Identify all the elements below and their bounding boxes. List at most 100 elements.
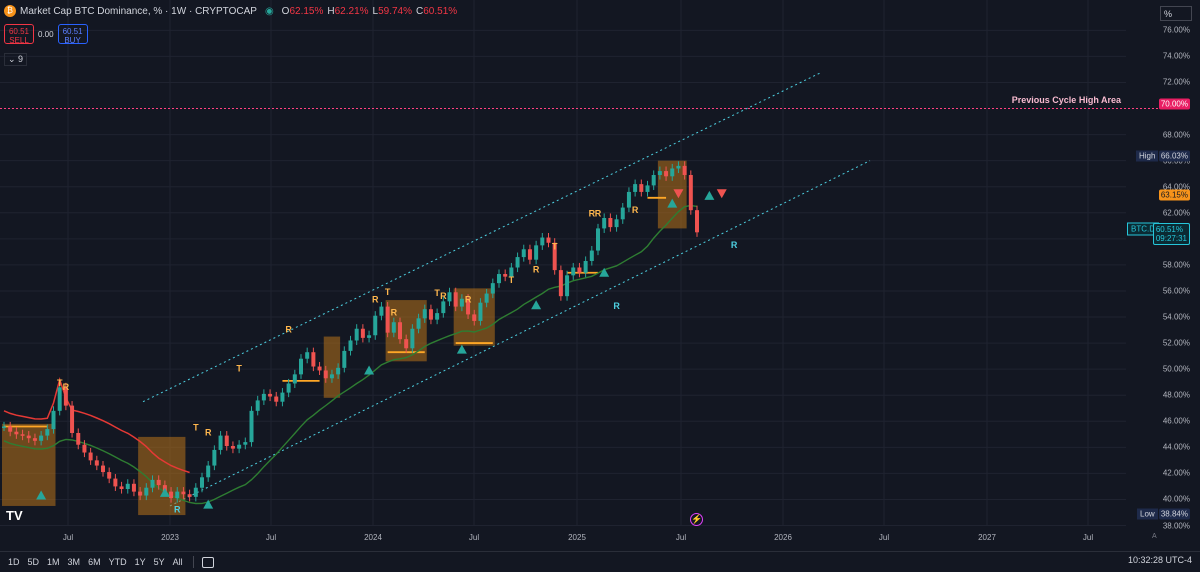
spread-value: 0.00 <box>38 29 54 39</box>
low-label: Low <box>1137 508 1158 520</box>
signal-label-R: R <box>465 295 472 305</box>
candle-body <box>94 460 99 466</box>
signal-label-T: T <box>236 364 242 374</box>
candle-body <box>472 314 477 321</box>
candle-body <box>497 274 501 284</box>
range-5d[interactable]: 5D <box>28 557 40 567</box>
sell-button[interactable]: 60.51 SELL <box>4 24 34 45</box>
candle-body <box>280 392 285 402</box>
candle-body <box>478 302 483 321</box>
candle-body <box>428 309 433 320</box>
candle-body <box>156 479 161 486</box>
candle-body <box>249 410 254 443</box>
candle-body <box>336 367 341 375</box>
x-tick-label: Jul <box>265 533 277 542</box>
candle-body <box>51 410 56 430</box>
ohlc-high: H62.21% <box>327 5 369 17</box>
last-price-tag: 60.51% 09:27:31 <box>1152 223 1190 245</box>
candle-body <box>657 171 662 175</box>
candle-body <box>107 472 112 479</box>
range-3m[interactable]: 3M <box>68 557 81 567</box>
reversal-label: R <box>613 301 620 311</box>
chart-header: ₿ Market Cap BTC Dominance, % · 1W · CRY… <box>0 0 461 22</box>
sell-signal-triangle <box>716 189 727 199</box>
candle-body <box>676 165 681 169</box>
market-status-icon: ◉ <box>264 5 274 17</box>
auto-scale-icon[interactable]: A <box>1152 533 1157 540</box>
candle-body <box>206 465 211 478</box>
y-tick-label: 52.00% <box>1162 338 1190 348</box>
signal-label-R: R <box>632 205 639 215</box>
candle-body <box>243 442 248 445</box>
range-1m[interactable]: 1M <box>47 557 60 567</box>
candle-body <box>187 494 192 497</box>
candle-body <box>571 267 576 276</box>
candle-body <box>695 210 699 233</box>
range-all[interactable]: All <box>173 557 183 567</box>
candle-body <box>367 335 372 338</box>
candle-body <box>311 352 316 367</box>
candle-body <box>558 270 563 297</box>
buy-button[interactable]: 60.51 BUY <box>57 24 88 45</box>
candle-body <box>398 322 402 340</box>
candle-body <box>150 479 155 488</box>
scale-mode-button[interactable]: % <box>1160 6 1192 21</box>
candle-body <box>670 168 675 177</box>
y-tick-label: 56.00% <box>1162 286 1190 296</box>
y-tick-label: 40.00% <box>1162 494 1190 504</box>
channel-upper-line <box>142 71 823 403</box>
candle-body <box>589 250 594 261</box>
bottom-toolbar: 1D 5D 1M 3M 6M YTD 1Y 5Y All <box>0 551 1200 572</box>
trade-panel: 60.51 SELL 0.00 60.51 BUY <box>4 24 88 45</box>
candle-body <box>317 366 322 371</box>
candle-body <box>76 432 81 445</box>
signal-label-R: R <box>205 428 212 438</box>
candle-body <box>490 283 495 294</box>
candle-body <box>2 426 6 428</box>
range-1y[interactable]: 1Y <box>135 557 146 567</box>
range-5y[interactable]: 5Y <box>154 557 165 567</box>
candle-body <box>292 374 297 384</box>
candle-body <box>422 309 427 319</box>
candle-body <box>305 352 310 359</box>
high-value-tag: 66.03% <box>1158 150 1190 162</box>
signal-label-T: T <box>552 241 558 251</box>
y-tick-label: 38.00% <box>1162 521 1190 530</box>
reversal-label: R <box>731 240 738 250</box>
candle-body <box>26 435 31 439</box>
candle-body <box>373 315 378 336</box>
low-value-tag: 38.84% <box>1158 508 1190 520</box>
candle-body <box>14 431 19 435</box>
range-1d[interactable]: 1D <box>8 557 20 567</box>
symbol-title[interactable]: Market Cap BTC Dominance, % · 1W · CRYPT… <box>20 6 257 17</box>
candle-body <box>329 374 334 379</box>
candle-body <box>435 313 440 320</box>
lightning-icon[interactable]: ⚡ <box>690 513 703 526</box>
indicators-toggle[interactable]: ⌄ 9 <box>4 53 28 66</box>
calendar-icon[interactable] <box>201 556 214 568</box>
candle-body <box>82 444 87 453</box>
candle-body <box>299 358 303 375</box>
candle-body <box>45 429 50 436</box>
price-chart[interactable]: T RTRTRRTRT R RTRTR R RRRR <box>0 0 1200 571</box>
buy-signal-triangle <box>531 300 542 310</box>
candle-body <box>664 171 669 177</box>
candle-body <box>113 478 118 487</box>
candle-body <box>503 274 508 277</box>
candle-body <box>385 306 390 333</box>
candle-body <box>119 486 124 490</box>
candle-body <box>639 184 644 192</box>
candle-body <box>620 207 625 220</box>
x-tick-label: Jul <box>1082 533 1094 542</box>
x-tick-label: 2026 <box>774 533 792 542</box>
candle-body <box>360 328 365 338</box>
x-tick-label: Jul <box>468 533 480 542</box>
range-ytd[interactable]: YTD <box>109 557 127 567</box>
reversal-label: R <box>174 504 181 514</box>
y-tick-label: 58.00% <box>1162 260 1190 270</box>
prev-high-tag: 70.00% <box>1158 98 1190 110</box>
candle-body <box>131 483 136 492</box>
clock[interactable]: 10:32:28 UTC-4 <box>1128 555 1192 565</box>
signal-label-R: R <box>440 291 447 301</box>
range-6m[interactable]: 6M <box>88 557 101 567</box>
